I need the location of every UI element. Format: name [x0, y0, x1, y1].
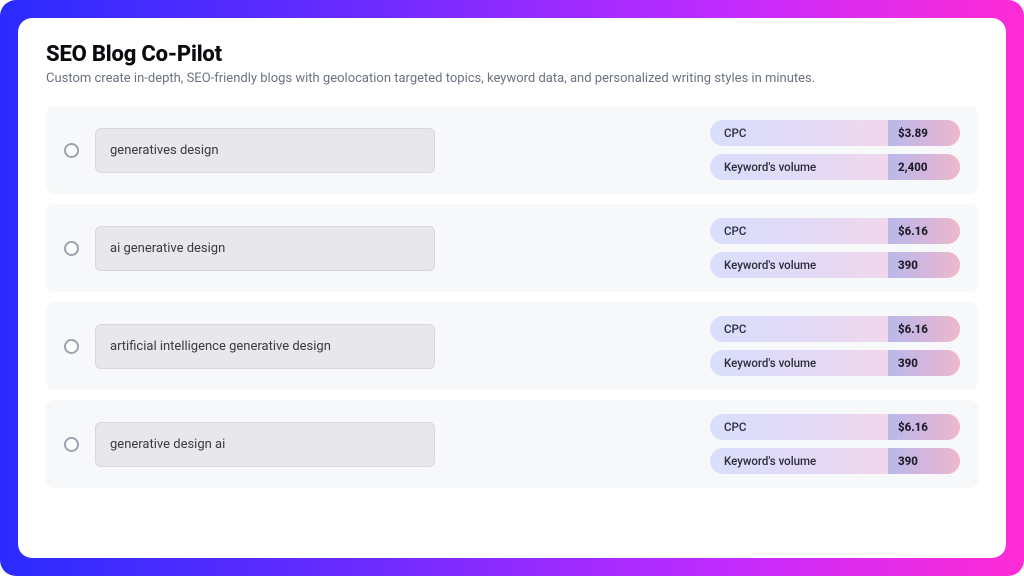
volume-pill: Keyword's volume 390: [710, 448, 960, 474]
app-card: SEO Blog Co-Pilot Custom create in-depth…: [18, 18, 1006, 558]
page-title: SEO Blog Co-Pilot: [46, 42, 978, 67]
volume-value: 390: [888, 448, 960, 474]
keyword-input[interactable]: generative design ai: [95, 422, 435, 467]
volume-label: Keyword's volume: [710, 350, 888, 376]
keyword-list: generatives design CPC $3.89 Keyword's v…: [46, 106, 978, 540]
cpc-value: $6.16: [888, 316, 960, 342]
keyword-text: generatives design: [110, 143, 219, 158]
metrics-group: CPC $6.16 Keyword's volume 390: [710, 218, 960, 278]
keyword-row[interactable]: artificial intelligence generative desig…: [46, 302, 978, 390]
cpc-label: CPC: [710, 316, 888, 342]
metrics-group: CPC $6.16 Keyword's volume 390: [710, 414, 960, 474]
cpc-value: $3.89: [888, 120, 960, 146]
volume-pill: Keyword's volume 2,400: [710, 154, 960, 180]
volume-label: Keyword's volume: [710, 252, 888, 278]
keyword-text: ai generative design: [110, 241, 225, 256]
cpc-label: CPC: [710, 218, 888, 244]
radio-icon[interactable]: [64, 339, 79, 354]
keyword-text: generative design ai: [110, 437, 225, 452]
gradient-frame: SEO Blog Co-Pilot Custom create in-depth…: [0, 0, 1024, 576]
radio-icon[interactable]: [64, 143, 79, 158]
cpc-label: CPC: [710, 414, 888, 440]
radio-icon[interactable]: [64, 437, 79, 452]
metrics-group: CPC $3.89 Keyword's volume 2,400: [710, 120, 960, 180]
keyword-row[interactable]: generative design ai CPC $6.16 Keyword's…: [46, 400, 978, 488]
keyword-input[interactable]: ai generative design: [95, 226, 435, 271]
volume-value: 390: [888, 252, 960, 278]
radio-icon[interactable]: [64, 241, 79, 256]
cpc-pill: CPC $6.16: [710, 316, 960, 342]
cpc-pill: CPC $6.16: [710, 218, 960, 244]
cpc-pill: CPC $6.16: [710, 414, 960, 440]
metrics-group: CPC $6.16 Keyword's volume 390: [710, 316, 960, 376]
cpc-value: $6.16: [888, 414, 960, 440]
volume-label: Keyword's volume: [710, 154, 888, 180]
volume-value: 2,400: [888, 154, 960, 180]
volume-pill: Keyword's volume 390: [710, 252, 960, 278]
keyword-row[interactable]: generatives design CPC $3.89 Keyword's v…: [46, 106, 978, 194]
keyword-input[interactable]: artificial intelligence generative desig…: [95, 324, 435, 369]
volume-value: 390: [888, 350, 960, 376]
cpc-label: CPC: [710, 120, 888, 146]
volume-label: Keyword's volume: [710, 448, 888, 474]
page-subtitle: Custom create in-depth, SEO-friendly blo…: [46, 71, 978, 86]
keyword-text: artificial intelligence generative desig…: [110, 339, 331, 354]
keyword-input[interactable]: generatives design: [95, 128, 435, 173]
keyword-row[interactable]: ai generative design CPC $6.16 Keyword's…: [46, 204, 978, 292]
volume-pill: Keyword's volume 390: [710, 350, 960, 376]
cpc-value: $6.16: [888, 218, 960, 244]
cpc-pill: CPC $3.89: [710, 120, 960, 146]
